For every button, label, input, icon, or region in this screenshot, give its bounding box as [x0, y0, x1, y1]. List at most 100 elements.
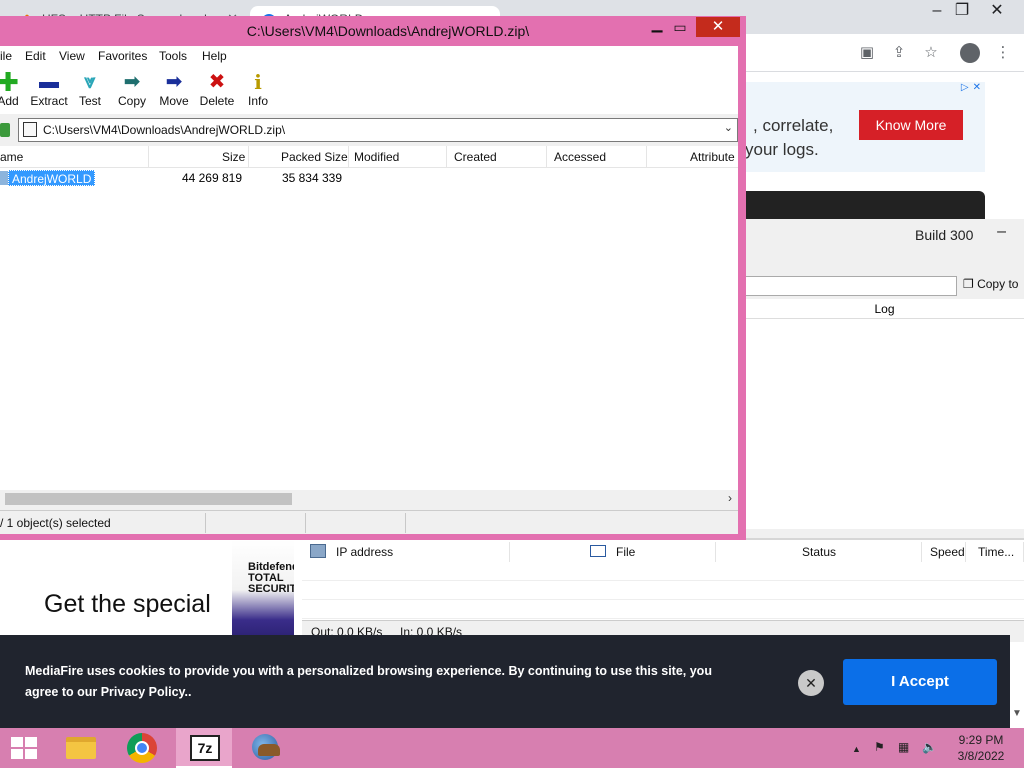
toolbar: ✚ Add ▬ Extract ⩔ Test ➡ Copy ➡ Move ✖ D… — [0, 66, 738, 114]
menu-help[interactable]: Help — [202, 49, 227, 63]
clock-date: 3/8/2022 — [957, 749, 1005, 763]
tray-flag-icon[interactable]: ⚑ — [874, 740, 885, 754]
move-button[interactable]: ➡ Move — [152, 70, 196, 108]
taskbar-hfs[interactable] — [238, 728, 294, 768]
dark-panel — [745, 191, 985, 219]
tray-chevron-icon[interactable]: ▲ — [852, 744, 861, 754]
add-button[interactable]: ✚ Add — [0, 67, 30, 108]
tool-label: Add — [0, 94, 19, 108]
column-file[interactable]: File — [616, 542, 716, 562]
copy-to-clipboard-button[interactable]: ❐ Copy to — [963, 277, 1018, 291]
tool-label: Delete — [199, 94, 235, 108]
log-header: Log — [745, 299, 1024, 319]
column-speed[interactable]: Speed — [930, 542, 966, 562]
7zip-window: C:\Users\VM4\Downloads\AndrejWORLD.zip\ … — [0, 16, 746, 540]
tool-label: Extract — [30, 94, 68, 108]
chevron-down-icon[interactable]: ⌄ — [724, 121, 733, 134]
scrollbar-thumb[interactable] — [5, 493, 292, 505]
ad-text-line1: , correlate, — [753, 116, 834, 135]
extract-button[interactable]: ▬ Extract — [27, 70, 71, 108]
column-attributes[interactable]: Attribute — [690, 150, 735, 164]
column-modified[interactable]: Modified — [354, 150, 399, 164]
taskbar-chrome[interactable] — [114, 728, 170, 768]
column-created[interactable]: Created — [454, 150, 497, 164]
table-row — [302, 562, 1024, 581]
cookie-close-button[interactable]: ✕ — [798, 670, 824, 696]
column-divider[interactable] — [248, 146, 249, 168]
adchoices-icon[interactable]: ▷✕ — [953, 82, 985, 96]
move-icon: ➡ — [165, 71, 183, 93]
test-button[interactable]: ⩔ Test — [68, 70, 112, 108]
know-more-button[interactable]: Know More — [859, 110, 963, 140]
cookie-banner: MediaFire uses cookies to provide you wi… — [0, 635, 1010, 728]
close-button[interactable]: ✕ — [980, 0, 1014, 26]
connections-table[interactable]: IP address File Status Speed Time... — [302, 538, 1024, 620]
status-divider — [305, 513, 306, 533]
copy-button-label: Copy to — [977, 277, 1019, 291]
status-divider — [205, 513, 206, 533]
tool-label: Test — [78, 94, 101, 108]
tool-label: Copy — [117, 94, 146, 108]
column-ip-address[interactable]: IP address — [336, 542, 510, 562]
column-accessed[interactable]: Accessed — [554, 150, 606, 164]
scroll-right-icon[interactable]: › — [728, 491, 732, 505]
share-icon[interactable]: ⇪ — [888, 42, 910, 64]
chrome-icon — [127, 733, 157, 763]
menu-tools[interactable]: Tools — [159, 49, 187, 63]
tool-label: Move — [159, 94, 189, 108]
restore-button[interactable]: ❐ — [945, 0, 979, 26]
capture-icon[interactable]: ▣ — [856, 42, 878, 64]
menu-view[interactable]: View — [59, 49, 85, 63]
folder-up-icon[interactable] — [0, 123, 10, 137]
column-name[interactable]: ame — [0, 150, 23, 164]
ad-text: Bitdefender TOTAL SECURITY — [248, 561, 294, 595]
menu-icon[interactable]: ⋮ — [992, 42, 1014, 64]
menu-favorites[interactable]: Favorites — [98, 49, 147, 63]
add-icon: ✚ — [0, 67, 19, 97]
table-row[interactable]: AndrejWORLD 44 269 819 35 834 339 — [0, 169, 738, 187]
hfs-minimize-button[interactable]: – — [997, 223, 1006, 241]
clock-time: 9:29 PM — [958, 733, 1004, 747]
taskbar-clock[interactable]: 9:29 PM 3/8/2022 — [952, 732, 1010, 764]
bitdefender-ad[interactable]: Bitdefender TOTAL SECURITY — [232, 540, 294, 640]
accept-button[interactable]: I Accept — [843, 659, 997, 705]
build-label: Build 300 — [915, 227, 974, 243]
tray-volume-muted-icon[interactable]: 🔈 — [922, 740, 937, 754]
path-combobox[interactable]: C:\Users\VM4\Downloads\AndrejWORLD.zip\ … — [18, 118, 738, 142]
windows-logo-icon — [11, 737, 37, 759]
column-size[interactable]: Size — [222, 150, 245, 164]
bookmark-star-icon[interactable]: ☆ — [920, 42, 942, 64]
column-divider[interactable] — [646, 146, 647, 168]
start-button[interactable] — [0, 728, 48, 768]
menu-file[interactable]: ile — [0, 49, 12, 63]
log-panel[interactable] — [745, 319, 1024, 529]
column-packed-size[interactable]: Packed Size — [281, 150, 348, 164]
column-divider[interactable] — [446, 146, 447, 168]
horizontal-scrollbar[interactable]: › — [0, 490, 738, 508]
row-name[interactable]: AndrejWORLD — [8, 170, 96, 186]
column-divider[interactable] — [148, 146, 149, 168]
copy-button[interactable]: ➡ Copy — [110, 70, 154, 108]
taskbar-file-explorer[interactable] — [52, 728, 108, 768]
menu-edit[interactable]: Edit — [25, 49, 46, 63]
delete-button[interactable]: ✖ Delete — [195, 70, 239, 108]
scroll-down-icon[interactable]: ▼ — [1010, 708, 1024, 728]
zip-close-button[interactable]: ✕ — [696, 17, 740, 37]
column-time[interactable]: Time... — [978, 542, 1024, 562]
table-row — [302, 600, 1024, 619]
profile-icon[interactable] — [960, 43, 980, 63]
column-divider[interactable] — [348, 146, 349, 168]
tray-network-icon[interactable]: ▦ — [898, 740, 909, 754]
copy-icon: ➡ — [123, 71, 141, 93]
file-list[interactable]: ame Size Packed Size Modified Created Ac… — [0, 146, 738, 506]
file-icon — [590, 545, 606, 557]
taskbar-7zip[interactable]: 7z — [176, 728, 232, 768]
copy-icon: ❐ — [963, 277, 978, 291]
column-status[interactable]: Status — [802, 542, 922, 562]
promo-panel: Get the special — [24, 540, 234, 640]
zip-maximize-button[interactable]: ▭ — [663, 19, 697, 41]
ad-banner[interactable]: ▷✕ , correlate, your logs. Know More — [745, 82, 985, 172]
column-divider[interactable] — [546, 146, 547, 168]
info-button[interactable]: i Info — [236, 70, 280, 108]
url-field[interactable] — [745, 276, 957, 296]
